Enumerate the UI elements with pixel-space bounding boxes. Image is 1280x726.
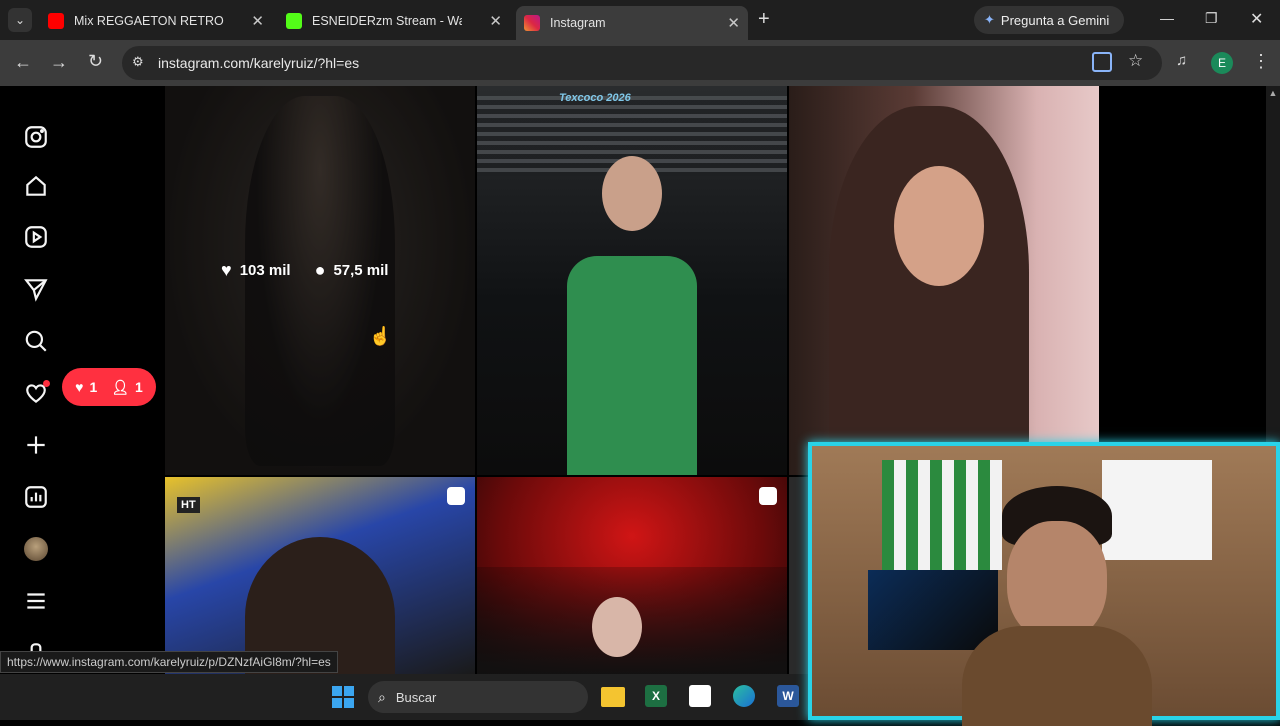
back-button[interactable]: ← (14, 52, 32, 73)
gemini-button[interactable]: ✦ Pregunta a Gemini (974, 6, 1124, 34)
avatar[interactable]: E (1211, 52, 1233, 74)
likes-count: 103 mil (239, 262, 291, 279)
tab-search-button[interactable]: ⌄ (8, 8, 32, 32)
tab-strip: ⌄ Mix REGGAETON RETRO (Old S ✕ ESNEIDERz… (0, 0, 1280, 40)
gemini-icon: ✦ (984, 12, 995, 27)
reels-icon[interactable] (22, 223, 50, 251)
comments-count: 57,5 mil (333, 262, 389, 279)
create-icon[interactable] (22, 431, 50, 459)
post-banner: Texcoco 2026 (559, 92, 631, 104)
heart-icon: ♥ (221, 260, 232, 280)
webcam-overlay (808, 442, 1280, 726)
menu-icon[interactable]: ⋮ (1252, 51, 1270, 72)
address-bar[interactable]: ⚙ instagram.com/karelyruiz/?hl=es ☆ (122, 46, 1162, 80)
person-figure (829, 106, 1029, 475)
store-icon[interactable] (689, 685, 711, 707)
close-tab-icon[interactable]: ✕ (251, 12, 264, 30)
more-menu-icon[interactable] (22, 587, 50, 615)
url-text: instagram.com/karelyruiz/?hl=es (158, 55, 360, 71)
post-stats: ♥ 103 mil ● 57,5 mil (221, 260, 388, 281)
person-figure (567, 146, 697, 475)
tab-title: ESNEIDERzm Stream - Watch Li (312, 14, 462, 28)
mouse-cursor: ☝ (369, 326, 392, 346)
person-face (592, 597, 642, 657)
notification-dot (43, 380, 50, 387)
site-info-icon[interactable]: ⚙ (132, 54, 144, 70)
minimize-button[interactable]: — (1160, 10, 1174, 26)
tab-title: Mix REGGAETON RETRO (Old S (74, 14, 224, 28)
notifications-heart-icon[interactable] (22, 379, 50, 407)
tab-kick[interactable]: ESNEIDERzm Stream - Watch Li ✕ (278, 6, 510, 36)
post-tile[interactable]: ♥ 103 mil ● 57,5 mil ☝ (165, 86, 475, 475)
home-icon[interactable] (22, 172, 50, 200)
likes-count: 1 (89, 379, 98, 395)
notification-badge[interactable]: ♥ 1 👤︎ 1 (62, 368, 156, 406)
tab-youtube[interactable]: Mix REGGAETON RETRO (Old S ✕ (40, 6, 272, 36)
heart-icon: ♥ (75, 379, 84, 395)
instagram-sidebar: ♥ 1 👤︎ 1 (0, 86, 156, 674)
avatar[interactable] (22, 535, 50, 563)
new-tab-button[interactable]: + (758, 8, 770, 31)
close-tab-icon[interactable]: ✕ (489, 12, 502, 30)
tab-title: Instagram (550, 16, 606, 30)
post-tile[interactable]: Texcoco 2026 (477, 86, 787, 475)
restore-button[interactable]: ❐ (1205, 10, 1218, 27)
word-icon[interactable]: W (777, 685, 799, 707)
search-icon: ⌕ (378, 688, 386, 705)
person-icon: 👤︎ (111, 378, 130, 395)
taskbar-search[interactable]: ⌕ Buscar (368, 681, 588, 713)
messages-icon[interactable] (22, 275, 50, 303)
scroll-up-arrow[interactable]: ▲ (1266, 88, 1280, 98)
post-tile[interactable] (789, 86, 1099, 475)
browser-toolbar: ← → ↻ ⚙ instagram.com/karelyruiz/?hl=es … (0, 40, 1280, 86)
edge-icon[interactable] (733, 685, 755, 707)
instagram-logo-icon[interactable] (22, 123, 50, 151)
status-url: https://www.instagram.com/karelyruiz/p/D… (0, 651, 338, 673)
forward-button[interactable]: → (50, 52, 68, 73)
post-tile[interactable] (477, 477, 787, 674)
install-app-icon[interactable] (1092, 52, 1112, 72)
reel-icon (759, 487, 777, 505)
file-explorer-icon[interactable] (601, 687, 625, 707)
person-face (894, 166, 984, 286)
tab-instagram[interactable]: Instagram ✕ (516, 6, 748, 40)
reload-button[interactable]: ↻ (88, 51, 103, 72)
post-tile[interactable]: HT (165, 477, 475, 674)
comment-icon: ● (314, 260, 326, 280)
close-tab-icon[interactable]: ✕ (727, 14, 740, 32)
webcam-frame (808, 442, 1280, 726)
dashboard-icon[interactable] (22, 483, 50, 511)
search-placeholder: Buscar (395, 689, 437, 705)
windows-start-icon[interactable] (332, 686, 354, 708)
close-window-button[interactable]: ✕ (1250, 9, 1263, 29)
media-control-icon[interactable]: ♫ (1176, 52, 1187, 69)
streamer-figure (962, 486, 1152, 726)
search-icon[interactable] (22, 327, 50, 355)
reel-icon (447, 487, 465, 505)
bookmark-star-icon[interactable]: ☆ (1128, 51, 1143, 71)
kick-icon (286, 13, 302, 29)
excel-icon[interactable]: X (645, 685, 667, 707)
follows-count: 1 (135, 379, 143, 395)
post-tag: HT (177, 497, 200, 513)
youtube-icon (48, 13, 64, 29)
gemini-label: Pregunta a Gemini (1000, 12, 1110, 28)
instagram-icon (524, 15, 540, 31)
